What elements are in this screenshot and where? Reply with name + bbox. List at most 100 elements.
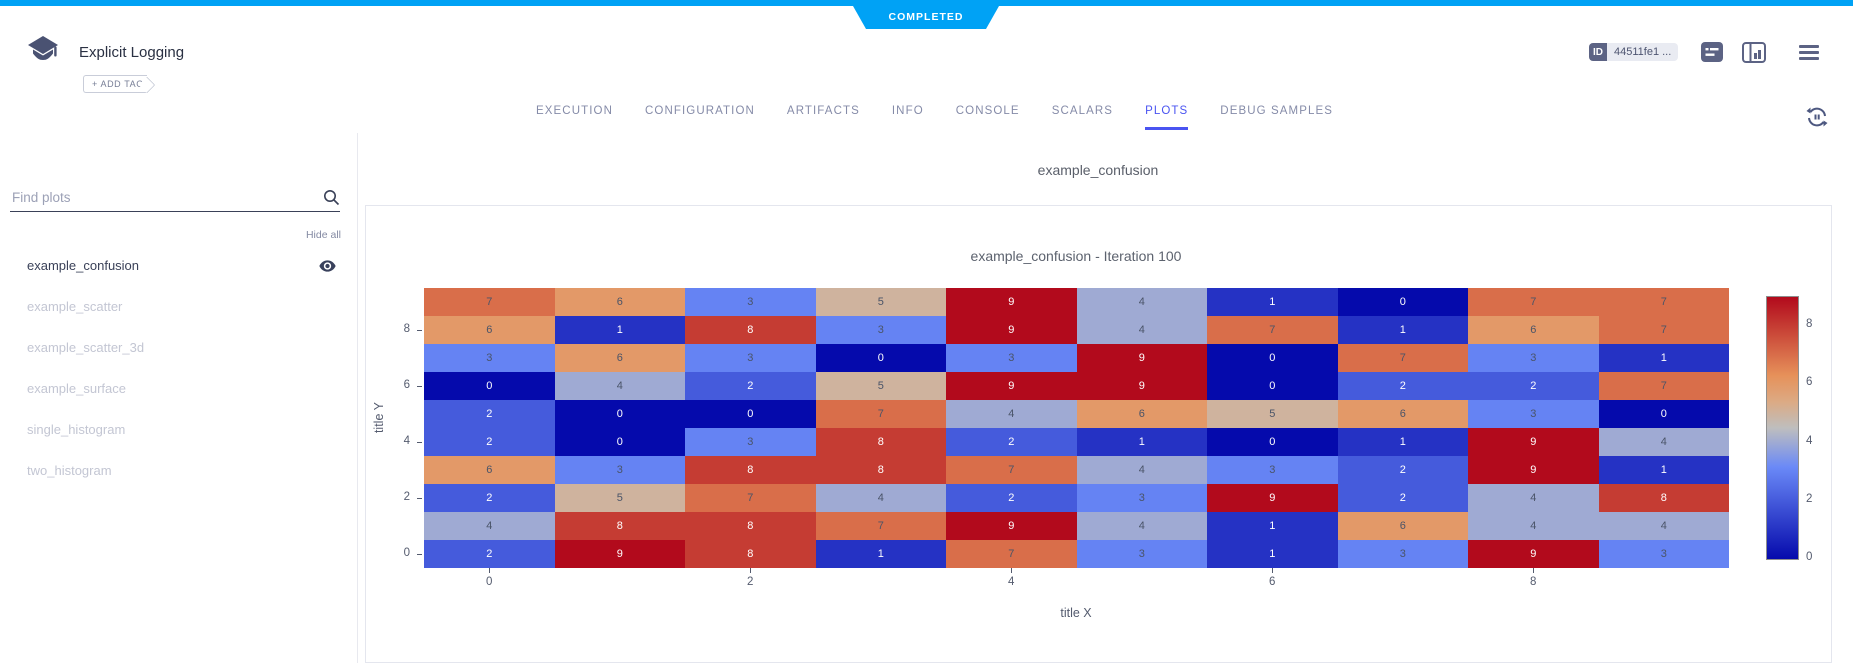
tab-execution[interactable]: EXECUTION bbox=[536, 105, 613, 130]
heatmap-cell[interactable]: 9 bbox=[946, 288, 1077, 316]
heatmap-cell[interactable]: 3 bbox=[1468, 344, 1599, 372]
heatmap-cell[interactable]: 4 bbox=[1077, 456, 1208, 484]
heatmap-cell[interactable]: 0 bbox=[1207, 372, 1338, 400]
tab-info[interactable]: INFO bbox=[892, 105, 924, 130]
heatmap-cell[interactable]: 0 bbox=[1207, 428, 1338, 456]
heatmap-cell[interactable]: 1 bbox=[1599, 456, 1730, 484]
heatmap-cell[interactable]: 4 bbox=[1077, 316, 1208, 344]
heatmap-cell[interactable]: 9 bbox=[946, 512, 1077, 540]
heatmap-cell[interactable]: 4 bbox=[946, 400, 1077, 428]
heatmap-cell[interactable]: 2 bbox=[424, 540, 555, 568]
heatmap-cell[interactable]: 2 bbox=[946, 428, 1077, 456]
heatmap-cell[interactable]: 7 bbox=[1207, 316, 1338, 344]
heatmap-cell[interactable]: 5 bbox=[1207, 400, 1338, 428]
plot-list-item-two-histogram[interactable]: two_histogram bbox=[0, 450, 357, 491]
heatmap-cell[interactable]: 0 bbox=[555, 400, 686, 428]
heatmap-cell[interactable]: 6 bbox=[555, 288, 686, 316]
heatmap-cell[interactable]: 0 bbox=[1338, 288, 1469, 316]
heatmap-cell[interactable]: 3 bbox=[946, 344, 1077, 372]
search-input[interactable] bbox=[10, 189, 323, 206]
heatmap-cell[interactable]: 1 bbox=[1338, 316, 1469, 344]
heatmap-cell[interactable]: 8 bbox=[685, 456, 816, 484]
tab-artifacts[interactable]: ARTIFACTS bbox=[787, 105, 860, 130]
heatmap-cell[interactable]: 4 bbox=[1077, 288, 1208, 316]
heatmap-cell[interactable]: 7 bbox=[685, 484, 816, 512]
heatmap-cell[interactable]: 3 bbox=[685, 344, 816, 372]
menu-icon[interactable] bbox=[1799, 45, 1819, 64]
heatmap-cell[interactable]: 6 bbox=[1468, 316, 1599, 344]
heatmap-cell[interactable]: 9 bbox=[946, 316, 1077, 344]
heatmap-cell[interactable]: 9 bbox=[555, 540, 686, 568]
heatmap-cell[interactable]: 8 bbox=[1599, 484, 1730, 512]
heatmap-cell[interactable]: 2 bbox=[1338, 372, 1469, 400]
heatmap-cell[interactable]: 3 bbox=[685, 428, 816, 456]
heatmap-cell[interactable]: 9 bbox=[1077, 344, 1208, 372]
heatmap-cell[interactable]: 6 bbox=[1338, 400, 1469, 428]
heatmap-cell[interactable]: 8 bbox=[816, 456, 947, 484]
heatmap-cell[interactable]: 8 bbox=[816, 428, 947, 456]
heatmap-cell[interactable]: 9 bbox=[1077, 372, 1208, 400]
heatmap-cell[interactable]: 6 bbox=[1077, 400, 1208, 428]
heatmap-cell[interactable]: 3 bbox=[1077, 540, 1208, 568]
add-tag-button[interactable]: + ADD TAG bbox=[83, 75, 147, 93]
heatmap-cell[interactable]: 3 bbox=[1468, 400, 1599, 428]
plot-list-item-example-scatter-3d[interactable]: example_scatter_3d bbox=[0, 327, 357, 368]
heatmap-cell[interactable]: 7 bbox=[816, 512, 947, 540]
heatmap-cell[interactable]: 3 bbox=[555, 456, 686, 484]
heatmap-cell[interactable]: 7 bbox=[1338, 344, 1469, 372]
plot-list-item-single-histogram[interactable]: single_histogram bbox=[0, 409, 357, 450]
heatmap-cell[interactable]: 7 bbox=[946, 456, 1077, 484]
heatmap-cell[interactable]: 8 bbox=[685, 512, 816, 540]
heatmap-cell[interactable]: 6 bbox=[1338, 512, 1469, 540]
compare-panel-icon[interactable] bbox=[1742, 42, 1766, 68]
heatmap-cell[interactable]: 2 bbox=[424, 428, 555, 456]
heatmap-cell[interactable]: 5 bbox=[555, 484, 686, 512]
heatmap-cell[interactable]: 7 bbox=[1468, 288, 1599, 316]
heatmap-cell[interactable]: 2 bbox=[685, 372, 816, 400]
heatmap-cell[interactable]: 9 bbox=[1207, 484, 1338, 512]
plot-list-item-example-surface[interactable]: example_surface bbox=[0, 368, 357, 409]
heatmap-cell[interactable]: 0 bbox=[816, 344, 947, 372]
heatmap-cell[interactable]: 6 bbox=[424, 456, 555, 484]
heatmap-cell[interactable]: 9 bbox=[1468, 456, 1599, 484]
heatmap-cell[interactable]: 4 bbox=[1599, 428, 1730, 456]
heatmap-cell[interactable]: 7 bbox=[1599, 288, 1730, 316]
id-badge[interactable]: ID 44511fe1 ... bbox=[1589, 43, 1678, 61]
heatmap-cell[interactable]: 3 bbox=[685, 288, 816, 316]
heatmap-grid[interactable]: 7635941077618394716736303907310425990227… bbox=[424, 288, 1729, 568]
heatmap-cell[interactable]: 9 bbox=[1468, 428, 1599, 456]
tab-console[interactable]: CONSOLE bbox=[956, 105, 1020, 130]
heatmap-cell[interactable]: 1 bbox=[1207, 512, 1338, 540]
heatmap-cell[interactable]: 5 bbox=[816, 288, 947, 316]
heatmap-cell[interactable]: 0 bbox=[1207, 344, 1338, 372]
hide-all-link[interactable]: Hide all bbox=[306, 229, 341, 241]
experiment-details-icon[interactable] bbox=[1701, 42, 1723, 67]
heatmap-cell[interactable]: 4 bbox=[1599, 512, 1730, 540]
heatmap-cell[interactable]: 4 bbox=[424, 512, 555, 540]
tab-configuration[interactable]: CONFIGURATION bbox=[645, 105, 755, 130]
heatmap-cell[interactable]: 4 bbox=[1468, 512, 1599, 540]
heatmap-cell[interactable]: 4 bbox=[816, 484, 947, 512]
heatmap-cell[interactable]: 8 bbox=[685, 540, 816, 568]
heatmap-cell[interactable]: 9 bbox=[1468, 540, 1599, 568]
heatmap-cell[interactable]: 1 bbox=[1338, 428, 1469, 456]
heatmap-cell[interactable]: 3 bbox=[816, 316, 947, 344]
heatmap-cell[interactable]: 2 bbox=[946, 484, 1077, 512]
heatmap-cell[interactable]: 8 bbox=[555, 512, 686, 540]
heatmap-cell[interactable]: 1 bbox=[1077, 428, 1208, 456]
heatmap-cell[interactable]: 0 bbox=[1599, 400, 1730, 428]
heatmap-cell[interactable]: 7 bbox=[816, 400, 947, 428]
heatmap-cell[interactable]: 2 bbox=[1338, 456, 1469, 484]
plot-list-item-example-confusion[interactable]: example_confusion bbox=[0, 245, 357, 286]
heatmap-cell[interactable]: 7 bbox=[424, 288, 555, 316]
heatmap-cell[interactable]: 3 bbox=[1599, 540, 1730, 568]
heatmap-cell[interactable]: 0 bbox=[555, 428, 686, 456]
heatmap-cell[interactable]: 1 bbox=[816, 540, 947, 568]
heatmap-cell[interactable]: 3 bbox=[1207, 456, 1338, 484]
heatmap-cell[interactable]: 4 bbox=[1468, 484, 1599, 512]
heatmap-cell[interactable]: 7 bbox=[1599, 372, 1730, 400]
heatmap-cell[interactable]: 1 bbox=[555, 316, 686, 344]
heatmap-cell[interactable]: 4 bbox=[555, 372, 686, 400]
heatmap-cell[interactable]: 1 bbox=[1599, 344, 1730, 372]
heatmap-cell[interactable]: 0 bbox=[424, 372, 555, 400]
